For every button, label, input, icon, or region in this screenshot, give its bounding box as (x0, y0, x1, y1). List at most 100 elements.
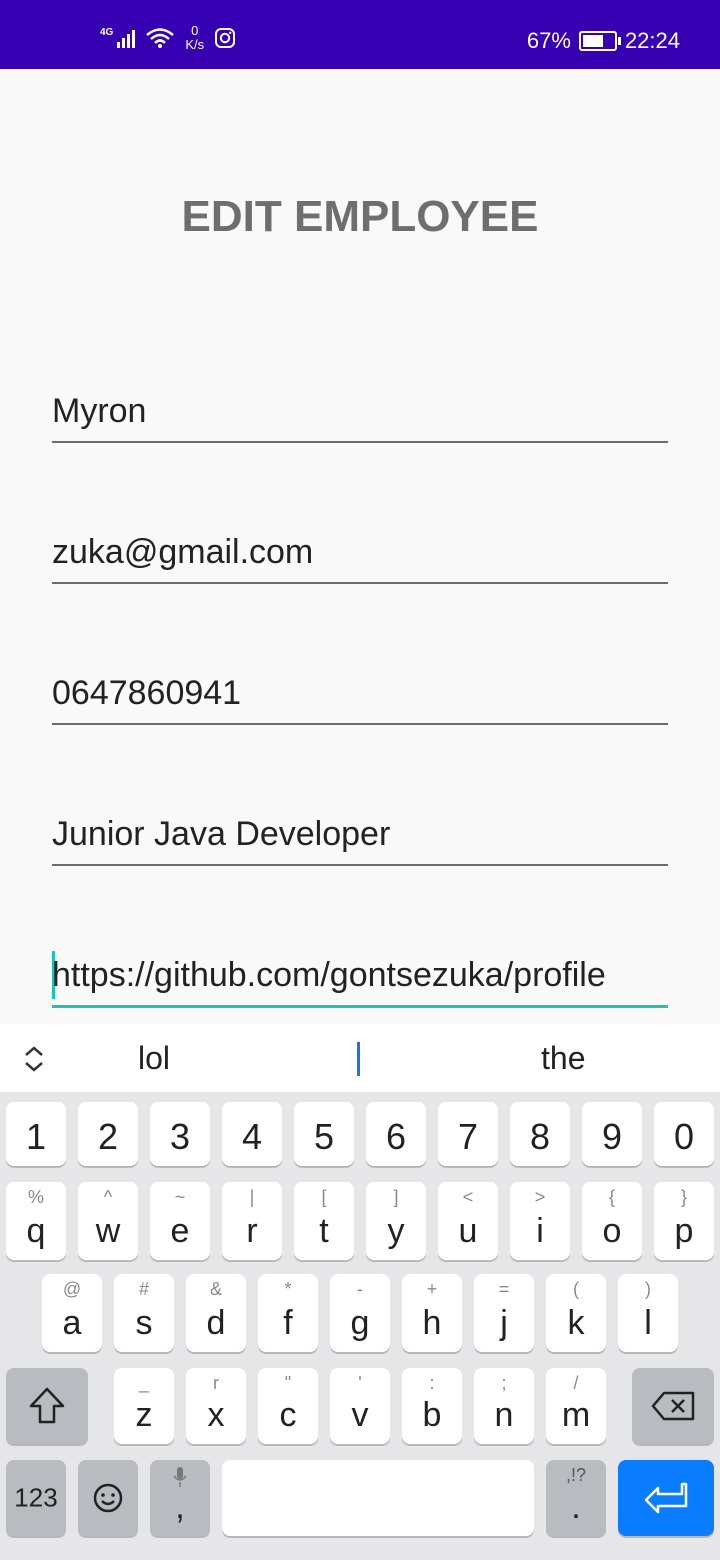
phone-field[interactable]: 0647860941 (52, 673, 668, 725)
key-c[interactable]: " c (258, 1368, 318, 1444)
key-2[interactable]: 2 (78, 1102, 138, 1166)
emoji-key[interactable] (78, 1460, 138, 1536)
key-j[interactable]: = j (474, 1274, 534, 1352)
instagram-icon (215, 28, 236, 48)
key-i[interactable]: > i (510, 1182, 570, 1260)
key-u[interactable]: < u (438, 1182, 498, 1260)
data-speed: 0 K/s (185, 24, 204, 52)
key-w[interactable]: ^ w (78, 1182, 138, 1260)
suggestion-middle[interactable] (357, 1042, 360, 1076)
key-q[interactable]: % q (6, 1182, 66, 1260)
key-label: u (458, 1212, 478, 1250)
speed-value: 0 (191, 23, 199, 38)
key-alt-label: # (138, 1279, 149, 1299)
key-label: 8 (529, 1116, 551, 1157)
profile-url-value: https://github.com/gontsezuka/profile (52, 956, 606, 994)
key-alt-label: } (680, 1187, 687, 1207)
key-5[interactable]: 5 (294, 1102, 354, 1166)
key-alt-label: * (284, 1279, 292, 1299)
key-g[interactable]: -g (330, 1274, 390, 1352)
key-label: d (206, 1304, 226, 1342)
enter-icon (644, 1482, 688, 1514)
space-key[interactable] (222, 1460, 534, 1536)
key-y[interactable]: ] y (366, 1182, 426, 1260)
key-k[interactable]: (k (546, 1274, 606, 1352)
microphone-icon (173, 1467, 187, 1487)
speed-unit: K/s (185, 37, 205, 52)
shift-key[interactable] (6, 1368, 88, 1444)
key-label: p (674, 1212, 694, 1250)
email-value: zuka@gmail.com (52, 533, 314, 571)
comma-key[interactable]: , (150, 1460, 210, 1536)
backspace-key[interactable] (632, 1368, 714, 1444)
symbols-key[interactable]: 123 (6, 1460, 66, 1536)
job-title-field[interactable]: Junior Java Developer (52, 814, 668, 866)
key-s[interactable]: # s (114, 1274, 174, 1352)
backspace-icon (651, 1391, 695, 1421)
enter-key[interactable] (618, 1460, 714, 1536)
key-d[interactable]: & d (186, 1274, 246, 1352)
suggestion-left[interactable]: lol (138, 1040, 170, 1077)
email-field[interactable]: zuka@gmail.com (52, 532, 668, 584)
key-7[interactable]: 7 (438, 1102, 498, 1166)
key-o[interactable]: {o (582, 1182, 642, 1260)
key-alt-label: { (608, 1187, 615, 1207)
suggestion-right[interactable]: the (541, 1040, 585, 1077)
key-3[interactable]: 3 (150, 1102, 210, 1166)
key-alt-label: : (429, 1373, 435, 1393)
key-label: l (644, 1304, 652, 1342)
expand-toolbar-icon[interactable] (22, 1044, 46, 1074)
page-title: EDIT EMPLOYEE (181, 192, 539, 241)
key-1[interactable]: 1 (6, 1102, 66, 1166)
key-alt-label: > (534, 1187, 546, 1207)
key-t[interactable]: [t (294, 1182, 354, 1260)
period-key[interactable]: ,!? . (546, 1460, 606, 1536)
key-alt-label: ] (393, 1187, 399, 1207)
clock: 22:24 (624, 28, 680, 53)
key-h[interactable]: + h (402, 1274, 462, 1352)
signal-icon (117, 28, 136, 48)
key-0[interactable]: 0 (654, 1102, 714, 1166)
key-x[interactable]: rx (186, 1368, 246, 1444)
name-value: Myron (52, 392, 147, 430)
key-label: n (494, 1396, 514, 1434)
key-label: 9 (601, 1116, 623, 1157)
key-l[interactable]: ) l (618, 1274, 678, 1352)
key-label: k (567, 1304, 585, 1342)
profile-url-field[interactable]: https://github.com/gontsezuka/profile (52, 951, 668, 1008)
key-m[interactable]: / m (546, 1368, 606, 1444)
suggestion-bar: lol the (0, 1024, 720, 1092)
key-v[interactable]: ' v (330, 1368, 390, 1444)
key-b[interactable]: :b (402, 1368, 462, 1444)
status-right: 67% 22:24 (527, 28, 680, 54)
key-6[interactable]: 6 (366, 1102, 426, 1166)
key-p[interactable]: } p (654, 1182, 714, 1260)
status-left: 4G 0 K/s (100, 24, 236, 52)
key-label: f (283, 1304, 293, 1342)
key-r[interactable]: | r (222, 1182, 282, 1260)
key-label: b (422, 1396, 442, 1434)
battery-fill (582, 35, 604, 47)
key-a[interactable]: @ a (42, 1274, 102, 1352)
name-field[interactable]: Myron (52, 391, 668, 443)
key-n[interactable]: ; n (474, 1368, 534, 1444)
key-label: m (561, 1396, 591, 1434)
job-title-value: Junior Java Developer (52, 815, 391, 853)
key-f[interactable]: * f (258, 1274, 318, 1352)
key-label: 7 (457, 1116, 479, 1157)
key-z[interactable]: _ z (114, 1368, 174, 1444)
key-label: y (387, 1212, 405, 1250)
key-9[interactable]: 9 (582, 1102, 642, 1166)
key-alt-label: & (209, 1279, 222, 1299)
key-label: j (500, 1304, 508, 1342)
key-alt-label: % (27, 1187, 44, 1207)
battery-icon (578, 31, 621, 51)
key-alt-label: [ (321, 1187, 327, 1207)
key-alt-label: ' (358, 1373, 362, 1393)
key-e[interactable]: ~ e (150, 1182, 210, 1260)
key-4[interactable]: 4 (222, 1102, 282, 1166)
key-label: o (602, 1212, 622, 1250)
key-8[interactable]: 8 (510, 1102, 570, 1166)
key-label: i (536, 1212, 544, 1250)
key-label: 4 (241, 1116, 263, 1157)
